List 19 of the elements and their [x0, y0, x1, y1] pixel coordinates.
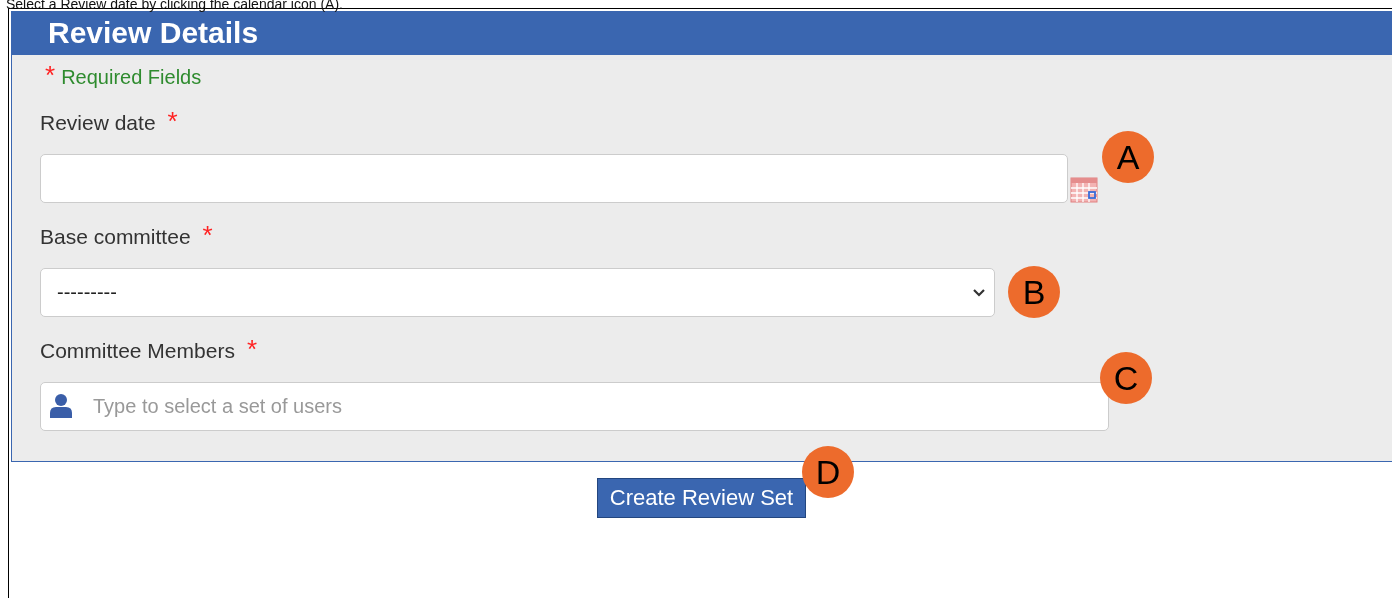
- required-asterisk: *: [246, 339, 257, 359]
- panel-title: Review Details: [12, 11, 1392, 55]
- user-icon: [50, 394, 72, 418]
- user-search-field[interactable]: Type to select a set of users: [40, 382, 1109, 431]
- required-asterisk: *: [45, 65, 56, 85]
- callout-marker: B: [1008, 266, 1060, 318]
- required-asterisk: *: [202, 225, 213, 245]
- required-asterisk: *: [167, 111, 178, 131]
- required-note: Required Fields: [61, 66, 202, 89]
- create-review-set-button[interactable]: Create Review Set: [596, 478, 807, 518]
- callout-marker: C: [1100, 352, 1152, 404]
- date-field[interactable]: [40, 154, 1068, 203]
- calendar-icon[interactable]: [1070, 177, 1098, 203]
- chevron-icon: [972, 287, 986, 298]
- field-label: Review date: [40, 111, 156, 135]
- field-label: Committee Members: [40, 339, 235, 363]
- committee-dropdown[interactable]: ---------: [40, 268, 995, 317]
- callout-marker: A: [1102, 131, 1154, 183]
- field-label: Base committee: [40, 225, 191, 249]
